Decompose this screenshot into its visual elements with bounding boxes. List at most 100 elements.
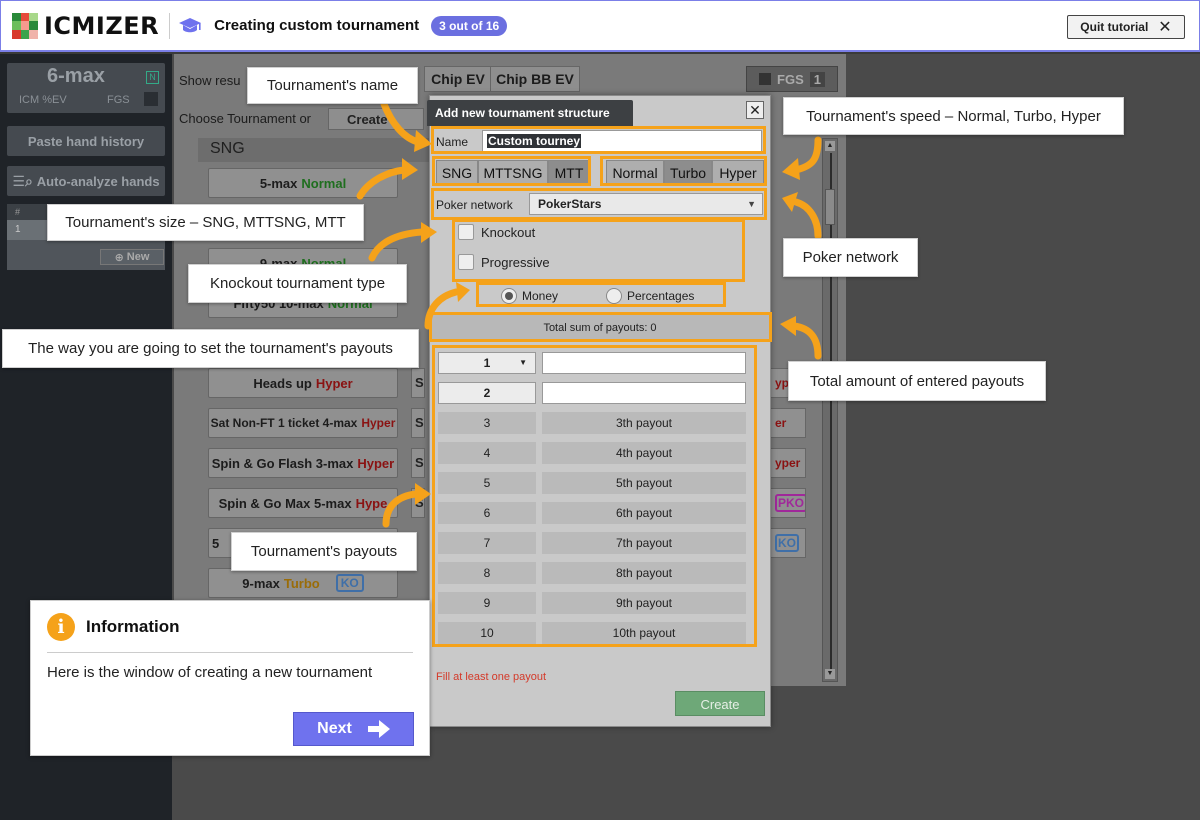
tournament-button-5max[interactable]: 5-max Normal (208, 168, 398, 198)
chip-ev-tab[interactable]: Chip EV (424, 66, 492, 92)
size-mtt-option[interactable]: MTT (548, 160, 590, 186)
arrow-right-icon (367, 720, 390, 738)
tournament-button-fragment[interactable]: Sp (411, 488, 425, 518)
create-button[interactable]: Create (675, 691, 765, 716)
tournament-button-fragment[interactable]: S (411, 368, 425, 398)
info-text: Here is the window of creating a new tou… (47, 664, 373, 681)
graduation-cap-icon (179, 17, 202, 32)
ko-badge: KO (335, 574, 364, 592)
chevron-down-icon: ▼ (747, 199, 756, 209)
payout-place: 7 (438, 532, 536, 554)
tournament-button-fragment[interactable]: yper (770, 448, 806, 478)
tournament-speed: Hyper (357, 455, 395, 471)
payout-placeholder: 6th payout (542, 502, 746, 524)
plus-icon: ⊕ (114, 251, 124, 264)
callout-payouts: Tournament's payouts (231, 532, 417, 571)
tournament-button-fragment[interactable]: Sp (411, 448, 425, 478)
new-hand-button[interactable]: ⊕ New (100, 249, 164, 265)
tournament-button-fragment[interactable]: S (411, 408, 425, 438)
table-size-panel[interactable]: 6-max N ICM %EV FGS (7, 63, 165, 113)
tournament-button-fragment[interactable]: PKO (770, 488, 806, 518)
auto-analyze-button[interactable]: ☰⌕ Auto-analyze hands (7, 166, 165, 196)
chevron-down-icon: ▼ (519, 358, 527, 367)
payout-place: 5 (438, 472, 536, 494)
payout-place-button[interactable]: 2 (438, 382, 536, 404)
chip-bb-ev-tab[interactable]: Chip BB EV (490, 66, 580, 92)
payout-placeholder: 7th payout (542, 532, 746, 554)
create-tournament-bg-button[interactable]: Create (328, 108, 424, 130)
tournament-name: Spin & Go Max 5-max (218, 495, 352, 511)
payout-placeholder: 3th payout (542, 412, 746, 434)
percentages-radio[interactable] (606, 288, 622, 304)
poker-network-select[interactable]: PokerStars ▼ (529, 193, 763, 215)
tournament-button-spin-flash[interactable]: Spin & Go Flash 3-max Hyper (208, 448, 398, 478)
payout-input[interactable] (542, 382, 746, 404)
fgs-checkbox[interactable] (144, 92, 158, 106)
progressive-label: Progressive (481, 254, 550, 270)
scroll-thumb[interactable] (825, 189, 835, 225)
payout-input[interactable] (542, 352, 746, 374)
tournament-name: Sat Non-FT 1 ticket 4-max (210, 416, 358, 430)
search-list-icon: ☰⌕ (12, 172, 33, 189)
callout-name: Tournament's name (247, 67, 418, 104)
progressive-checkbox[interactable] (458, 254, 474, 270)
fgs-value: 1 (809, 71, 825, 87)
percentages-radio-row[interactable]: Percentages (606, 288, 694, 304)
tournament-button-spin-max[interactable]: Spin & Go Max 5-max Hype (208, 488, 398, 518)
ko-badge: KO (775, 534, 799, 552)
auto-analyze-label: Auto-analyze hands (36, 173, 160, 189)
tutorial-title: Creating custom tournament (214, 17, 420, 34)
tournament-speed: Hyper (315, 375, 353, 391)
payout-placeholder: 4th payout (542, 442, 746, 464)
close-icon: ✕ (749, 102, 761, 118)
payout-place-select[interactable]: 1 ▼ (438, 352, 536, 374)
next-button[interactable]: Next (293, 712, 414, 746)
callout-payout-way: The way you are going to set the tournam… (2, 329, 419, 368)
n-badge: N (146, 71, 159, 84)
tournament-scrollbar[interactable]: ▲ ▼ (822, 138, 838, 682)
info-title: Information (86, 617, 180, 636)
fill-payout-error: Fill at least one payout (436, 671, 547, 683)
new-hand-label: New (126, 251, 150, 263)
speed-hyper-option[interactable]: Hyper (712, 160, 764, 186)
header-divider (169, 12, 171, 39)
close-icon: ✕ (1158, 19, 1172, 36)
money-radio[interactable] (501, 288, 517, 304)
fgs-label: FGS (107, 94, 130, 106)
poker-network-value: PokerStars (538, 197, 602, 211)
money-radio-row[interactable]: Money (501, 288, 558, 304)
poker-network-label: Poker network (436, 198, 513, 212)
size-sng-option[interactable]: SNG (436, 160, 478, 186)
tournament-button-heads-up[interactable]: Heads up Hyper (208, 368, 398, 398)
table-size-title: 6-max (47, 65, 105, 87)
paste-hand-history-button[interactable]: Paste hand history (7, 126, 165, 156)
tournament-button-9max-turbo[interactable]: 9-max Turbo KO (208, 568, 398, 598)
create-bg-label: Create (347, 111, 388, 127)
speed-normal-option[interactable]: Normal (606, 160, 664, 186)
logo-grid-icon (12, 12, 38, 39)
tournament-button-fragment[interactable]: KO (770, 528, 806, 558)
tournament-button-sat-nonft[interactable]: Sat Non-FT 1 ticket 4-max Hyper (208, 408, 398, 438)
tournament-button-fragment[interactable]: er (770, 408, 806, 438)
pko-badge: PKO (775, 494, 805, 512)
scroll-down-icon[interactable]: ▼ (825, 669, 835, 679)
dialog-close-button[interactable]: ✕ (746, 101, 764, 119)
speed-turbo-option[interactable]: Turbo (664, 160, 712, 186)
knockout-checkbox-row[interactable]: Knockout (458, 224, 535, 240)
tournament-speed: er (775, 416, 787, 430)
tournament-name: Spin & Go Flash 3-max (211, 455, 354, 471)
quit-tutorial-button[interactable]: Quit tutorial ✕ (1067, 15, 1185, 39)
next-label: Next (317, 720, 352, 737)
tournament-name: Heads up (253, 375, 312, 391)
scroll-up-icon[interactable]: ▲ (825, 141, 835, 151)
tournament-speed: yp (775, 376, 790, 390)
dialog-title: Add new tournament structure (427, 100, 633, 126)
fgs-switch[interactable]: FGS 1 (746, 66, 838, 92)
size-mttsng-option[interactable]: MTTSNG (478, 160, 548, 186)
knockout-checkbox[interactable] (458, 224, 474, 240)
tournament-name: 9-max (242, 575, 280, 591)
tournament-name: 5 (212, 535, 220, 551)
progressive-checkbox-row[interactable]: Progressive (458, 254, 550, 270)
tutorial-header: ICMIZER Creating custom tournament 3 out… (0, 0, 1200, 52)
tournament-name-input[interactable]: Custom tourney (482, 130, 762, 152)
